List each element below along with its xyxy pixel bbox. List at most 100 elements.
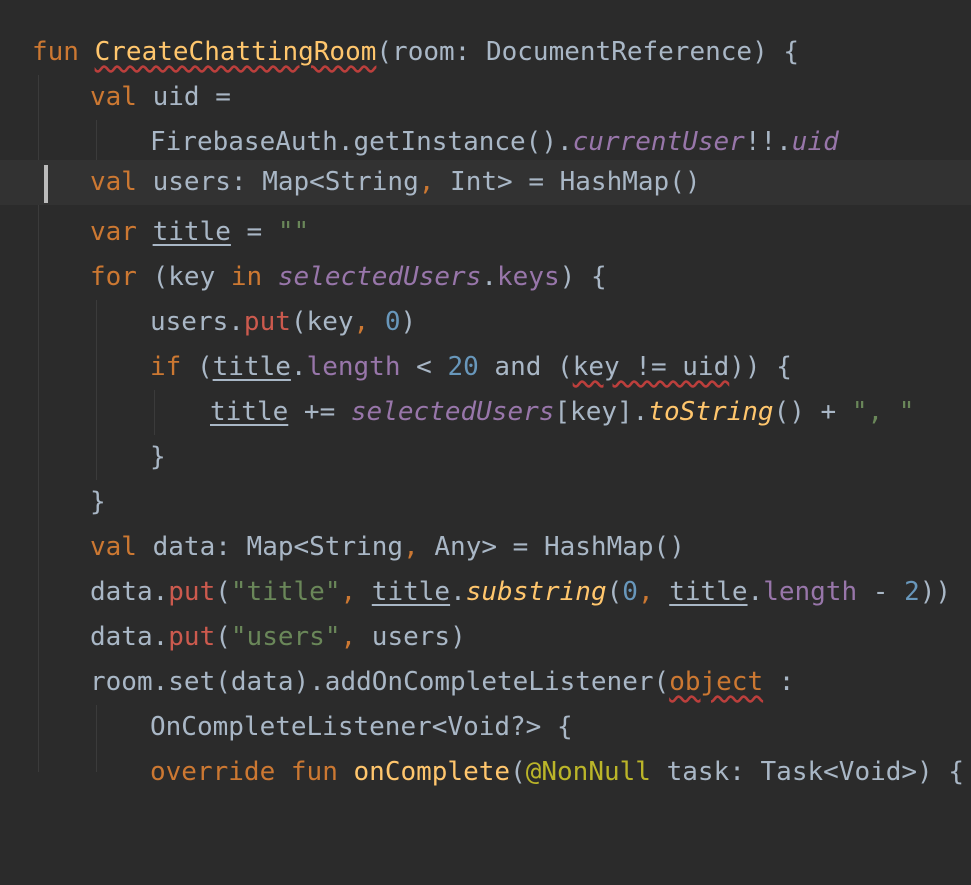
code-line-1[interactable]: fun CreateChattingRoom(room: DocumentRef… — [0, 30, 971, 75]
annotation: @NonNull — [525, 757, 651, 787]
code-line-11[interactable]: } — [0, 480, 971, 525]
function-call: put — [168, 577, 216, 607]
code-line-7[interactable]: users.put(key, 0) — [0, 300, 971, 345]
code-line-10[interactable]: } — [0, 435, 971, 480]
punctuation: , — [418, 167, 451, 197]
property: length — [306, 352, 401, 382]
code-line-13[interactable]: data.put("title", title.substring(0, tit… — [0, 570, 971, 615]
code-text: ( — [215, 622, 231, 652]
code-line-2[interactable]: val uid = — [0, 75, 971, 120]
code-text: += — [288, 397, 351, 427]
property: uid — [791, 127, 839, 157]
code-line-15[interactable]: room.set(data).addOnCompleteListener(obj… — [0, 660, 971, 705]
code-text: ( — [606, 577, 623, 607]
code-text: data: Map<String — [152, 532, 404, 562]
code-text: < — [400, 352, 448, 382]
code-text: ( — [196, 352, 213, 382]
closing-brace: } — [90, 487, 106, 517]
function-name: CreateChattingRoom — [94, 37, 377, 67]
code-text: task: Task<Void>) { — [650, 757, 965, 787]
punctuation: , — [353, 307, 385, 337]
code-text: OnCompleteListener<Void?> { — [150, 712, 573, 742]
code-text: users: Map<String — [152, 167, 419, 197]
code-text: . — [747, 577, 764, 607]
property: selectedUsers — [350, 397, 555, 427]
code-text: (room: DocumentReference) { — [376, 37, 800, 67]
code-text: = — [230, 217, 278, 247]
keyword: val — [90, 532, 153, 562]
code-text: data. — [90, 577, 169, 607]
code-text: FirebaseAuth.getInstance(). — [150, 127, 573, 157]
code-text: - — [857, 577, 905, 607]
code-text: )) { — [729, 352, 792, 382]
code-text: users. — [150, 307, 244, 337]
keyword: fun — [290, 757, 354, 787]
function-call: put — [168, 622, 216, 652]
function-call: put — [243, 307, 291, 337]
code-text: users) — [371, 622, 466, 652]
number-literal: 20 — [447, 352, 479, 382]
code-text: )) — [919, 577, 952, 607]
punctuation: , — [637, 577, 670, 607]
keyword: in — [230, 262, 278, 292]
code-line-17[interactable]: override fun onComplete(@NonNull task: T… — [0, 750, 971, 795]
code-line-4-current[interactable]: val users: Map<String, Int> = HashMap() — [0, 160, 971, 205]
code-text: ( — [510, 757, 526, 787]
number-literal: 2 — [904, 577, 920, 607]
code-text: . — [290, 352, 307, 382]
code-text: uid = — [152, 82, 231, 112]
code-line-14[interactable]: data.put("users", users) — [0, 615, 971, 660]
keyword: val — [90, 82, 153, 112]
code-text: . — [481, 262, 498, 292]
code-text: room.set(data).addOnCompleteListener( — [90, 667, 670, 697]
mutable-variable: title — [371, 577, 451, 607]
number-literal: 0 — [384, 307, 401, 337]
number-literal: 0 — [622, 577, 638, 607]
code-text: . — [450, 577, 466, 607]
code-text: ( — [215, 577, 231, 607]
code-text: (key — [290, 307, 354, 337]
code-text: and ( — [478, 352, 573, 382]
warning-expression: key != uid — [572, 352, 730, 382]
function-name: onComplete — [353, 757, 511, 787]
keyword: var — [90, 217, 153, 247]
code-text: ) { — [559, 262, 607, 292]
text-caret — [44, 165, 48, 203]
code-text: : — [763, 667, 795, 697]
property: selectedUsers — [277, 262, 482, 292]
code-text: data. — [90, 622, 169, 652]
code-text: () + — [773, 397, 852, 427]
punctuation: , — [403, 532, 435, 562]
code-editor[interactable]: fun CreateChattingRoom(room: DocumentRef… — [0, 0, 971, 787]
code-line-9[interactable]: title += selectedUsers[key].toString() +… — [0, 390, 971, 435]
code-line-6[interactable]: for (key in selectedUsers.keys) { — [0, 255, 971, 300]
mutable-variable: title — [210, 397, 289, 427]
code-line-5[interactable]: var title = "" — [0, 210, 971, 255]
punctuation: , — [340, 622, 372, 652]
keyword: if — [150, 352, 197, 382]
string-literal: "title" — [230, 577, 341, 607]
punctuation: , — [340, 577, 372, 607]
code-text: [key]. — [554, 397, 649, 427]
mutable-variable: title — [669, 577, 748, 607]
code-text: ) — [400, 307, 417, 337]
mutable-variable: title — [212, 352, 291, 382]
keyword: val — [90, 167, 153, 197]
code-line-8[interactable]: if (title.length < 20 and (key != uid)) … — [0, 345, 971, 390]
code-text: (key — [152, 262, 231, 292]
property: length — [763, 577, 858, 607]
code-line-12[interactable]: val data: Map<String, Any> = HashMap() — [0, 525, 971, 570]
closing-brace: } — [150, 442, 166, 472]
property: currentUser — [572, 127, 745, 157]
code-line-3[interactable]: FirebaseAuth.getInstance().currentUser!!… — [0, 120, 971, 165]
keyword: object — [669, 667, 764, 697]
string-literal: "" — [277, 217, 310, 247]
code-line-16[interactable]: OnCompleteListener<Void?> { — [0, 705, 971, 750]
mutable-variable: title — [152, 217, 231, 247]
string-literal: "users" — [230, 622, 341, 652]
code-text: Int> = HashMap() — [450, 167, 701, 197]
property: keys — [497, 262, 560, 292]
function-call: substring — [465, 577, 607, 607]
function-call: toString — [648, 397, 774, 427]
keyword: fun — [32, 37, 95, 67]
